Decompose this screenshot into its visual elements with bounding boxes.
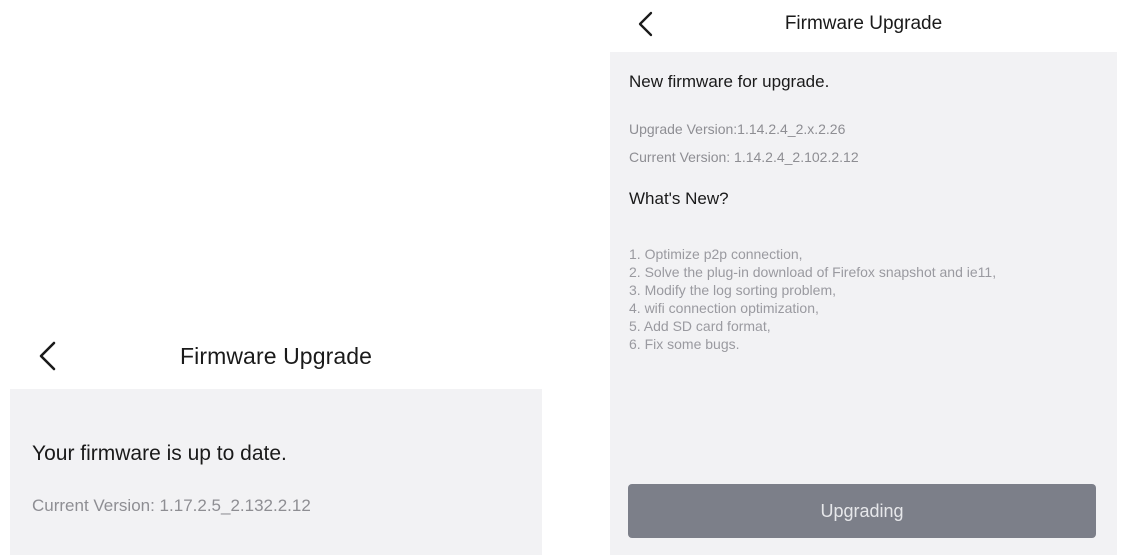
release-note-item: 1. Optimize p2p connection, xyxy=(629,246,803,262)
release-note-item: 3. Modify the log sorting problem, xyxy=(629,282,836,298)
release-note-item: 2. Solve the plug-in download of Firefox… xyxy=(629,264,997,280)
release-note-item: 5. Add SD card format, xyxy=(629,318,771,334)
new-firmware-headline: New firmware for upgrade. xyxy=(629,72,830,91)
firmware-up-to-date-screen: Firmware Upgrade Your firmware is up to … xyxy=(10,323,542,555)
upgrade-version-text: Upgrade Version:1.14.2.4_2.x.2.26 xyxy=(629,121,846,137)
current-version-text: Current Version: 1.17.2.5_2.132.2.12 xyxy=(32,496,311,515)
release-note-item: 4. wifi connection optimization, xyxy=(629,300,819,316)
release-notes-list: 1. Optimize p2p connection, 2. Solve the… xyxy=(629,245,1099,353)
current-version-text: Current Version: 1.14.2.4_2.102.2.12 xyxy=(629,149,859,165)
navigation-bar: Firmware Upgrade xyxy=(10,323,542,389)
navigation-bar: Firmware Upgrade xyxy=(610,0,1117,52)
upgrading-button[interactable]: Upgrading xyxy=(628,484,1096,538)
firmware-upgrade-available-screen: Firmware Upgrade New firmware for upgrad… xyxy=(610,0,1117,555)
page-title: Firmware Upgrade xyxy=(179,343,373,369)
page-title: Firmware Upgrade xyxy=(784,13,943,34)
firmware-status-text: Your firmware is up to date. xyxy=(32,442,287,465)
release-note-item: 6. Fix some bugs. xyxy=(629,336,740,352)
whats-new-heading: What's New? xyxy=(629,189,729,208)
